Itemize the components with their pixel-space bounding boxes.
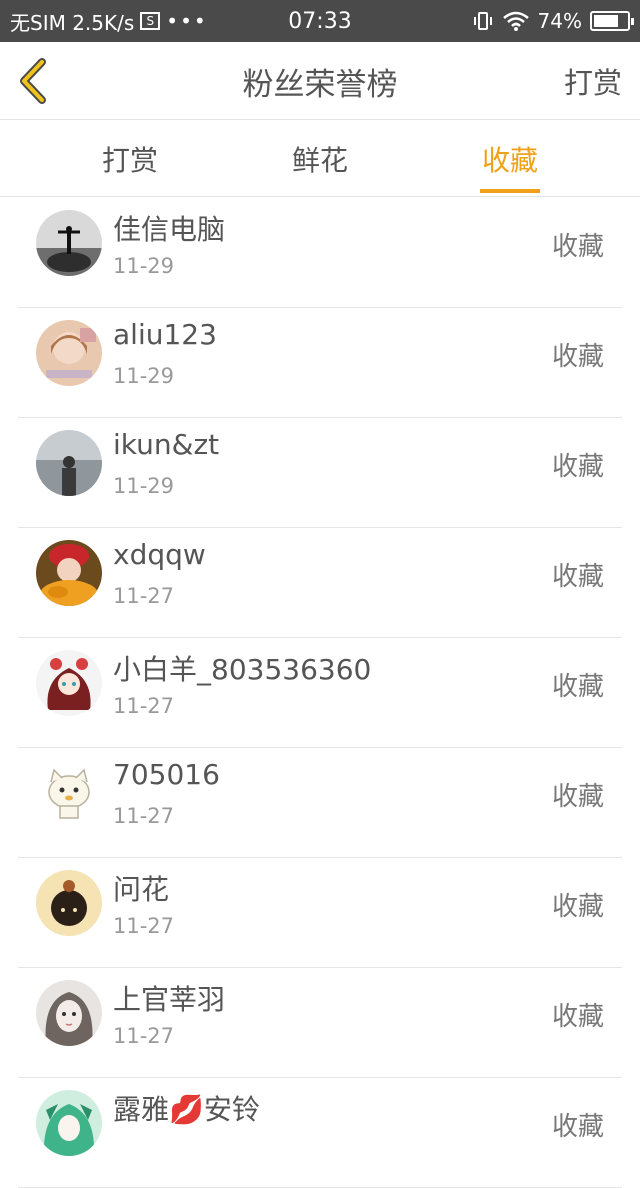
fan-name: 佳信电脑 xyxy=(113,213,226,246)
avatar-image xyxy=(36,980,102,1046)
avatar-image xyxy=(36,1090,102,1156)
avatar[interactable] xyxy=(36,320,102,386)
list-item[interactable]: 问花 11-27 收藏 xyxy=(18,858,622,968)
avatar[interactable] xyxy=(36,210,102,276)
fan-date: 11-29 xyxy=(113,364,175,388)
reward-button[interactable]: 打赏 xyxy=(564,42,622,120)
fan-name: ikun&zt xyxy=(113,428,220,461)
tab-reward[interactable]: 打赏 xyxy=(60,121,200,197)
page-title: 粉丝荣誉榜 xyxy=(242,66,398,103)
fan-action: 收藏 xyxy=(551,342,604,372)
fan-date: 11-27 xyxy=(113,914,175,938)
avatar[interactable] xyxy=(36,430,102,496)
fan-date: 11-27 xyxy=(113,1024,175,1048)
list-item[interactable]: 露雅💋安铃 收藏 xyxy=(18,1078,622,1188)
fan-action: 收藏 xyxy=(551,232,604,262)
list-item[interactable]: 705016 11-27 收藏 xyxy=(18,748,622,858)
fan-name: 705016 xyxy=(113,758,220,791)
fan-action: 收藏 xyxy=(551,782,604,812)
nav-bar: 粉丝荣誉榜 打赏 xyxy=(0,42,640,120)
fan-date: 11-29 xyxy=(113,474,175,498)
tab-flowers[interactable]: 鲜花 xyxy=(250,121,390,197)
avatar[interactable] xyxy=(36,540,102,606)
fan-action: 收藏 xyxy=(551,562,604,592)
list-item[interactable]: ikun&zt 11-29 收藏 xyxy=(18,418,622,528)
avatar-image xyxy=(36,210,102,276)
tab-label: 收藏 xyxy=(481,144,538,177)
fan-name: aliu123 xyxy=(113,318,217,351)
list-item[interactable]: 佳信电脑 11-29 收藏 xyxy=(18,198,622,308)
avatar[interactable] xyxy=(36,870,102,936)
fan-name: 小白羊_803536360 xyxy=(113,653,372,686)
avatar-image xyxy=(36,870,102,936)
fan-action: 收藏 xyxy=(551,452,604,482)
vibrate-icon xyxy=(473,12,492,30)
avatar-image xyxy=(36,540,102,606)
battery-percent: 74% xyxy=(537,9,582,33)
wifi-icon xyxy=(502,11,529,31)
active-tab-indicator xyxy=(480,189,540,193)
fan-name: 露雅💋安铃 xyxy=(113,1093,260,1126)
fan-date: 11-29 xyxy=(113,254,175,278)
fan-action: 收藏 xyxy=(551,892,604,922)
tab-bar: 打赏 鲜花 收藏 xyxy=(0,121,640,197)
avatar-image xyxy=(36,760,102,826)
avatar-image xyxy=(36,320,102,386)
list-item[interactable]: 上官莘羽 11-27 收藏 xyxy=(18,968,622,1078)
list-item[interactable]: xdqqw 11-27 收藏 xyxy=(18,528,622,638)
avatar[interactable] xyxy=(36,650,102,716)
fan-date: 11-27 xyxy=(113,804,175,828)
list-item[interactable]: aliu123 11-29 收藏 xyxy=(18,308,622,418)
list-item[interactable]: 小白羊_803536360 11-27 收藏 xyxy=(18,638,622,748)
fan-date: 11-27 xyxy=(113,584,175,608)
avatar[interactable] xyxy=(36,1090,102,1156)
fan-date: 11-27 xyxy=(113,694,175,718)
avatar[interactable] xyxy=(36,760,102,826)
tab-label: 打赏 xyxy=(101,144,158,177)
fan-action: 收藏 xyxy=(551,1112,604,1142)
status-right: 74% xyxy=(472,0,634,42)
fan-list: 佳信电脑 11-29 收藏 aliu123 11-29 收藏 ikun&zt 1… xyxy=(18,198,622,1188)
avatar-image xyxy=(36,430,102,496)
avatar-image xyxy=(36,650,102,716)
avatar[interactable] xyxy=(36,980,102,1046)
status-bar: 无SIM 2.5K/s S ••• 07:33 74% xyxy=(0,0,640,42)
fan-action: 收藏 xyxy=(551,1002,604,1032)
fan-name: 问花 xyxy=(113,873,170,906)
battery-fill xyxy=(594,15,618,27)
fan-name: xdqqw xyxy=(113,538,206,571)
tab-favorites[interactable]: 收藏 xyxy=(440,121,580,197)
fan-action: 收藏 xyxy=(551,672,604,702)
fan-name: 上官莘羽 xyxy=(113,983,226,1016)
battery-icon xyxy=(590,11,634,31)
tab-label: 鲜花 xyxy=(291,144,348,177)
